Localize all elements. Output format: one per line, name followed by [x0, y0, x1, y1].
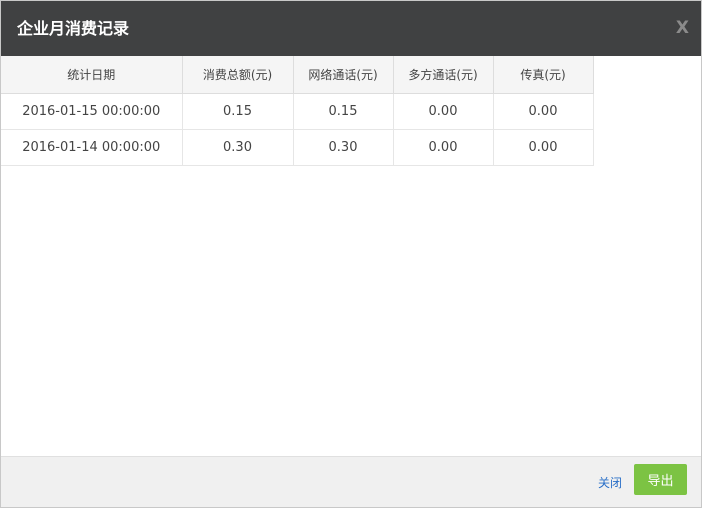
- column-header-date: 统计日期: [1, 56, 183, 94]
- dialog-title: 企业月消费记录: [17, 19, 130, 38]
- column-header-conference-call: 多方通话(元): [393, 56, 494, 94]
- dialog-footer: 关闭 导出: [1, 456, 701, 507]
- dialog-body: 统计日期 消费总额(元) 网络通话(元) 多方通话(元) 传真(元) 2016-…: [1, 56, 701, 456]
- cell-total: 0.30: [182, 129, 294, 166]
- consumption-records-dialog: 企业月消费记录 X 统计日期 消费总额(元) 网络通话(元) 多方通话(元) 传…: [0, 0, 702, 508]
- column-header-network-call: 网络通话(元): [293, 56, 394, 94]
- table-row: 2016-01-14 00:00:00 0.30 0.30 0.00 0.00: [1, 129, 594, 166]
- close-link[interactable]: 关闭: [598, 476, 622, 490]
- cell-fax: 0.00: [493, 129, 594, 166]
- column-header-fax: 传真(元): [493, 56, 594, 94]
- cell-network-call: 0.30: [293, 129, 394, 166]
- close-icon[interactable]: X: [676, 16, 689, 40]
- cell-date: 2016-01-14 00:00:00: [1, 129, 183, 166]
- records-table: 统计日期 消费总额(元) 网络通话(元) 多方通话(元) 传真(元) 2016-…: [1, 56, 594, 166]
- cell-fax: 0.00: [493, 93, 594, 130]
- cell-conference-call: 0.00: [393, 129, 494, 166]
- column-header-total: 消费总额(元): [182, 56, 294, 94]
- cell-date: 2016-01-15 00:00:00: [1, 93, 183, 130]
- export-button[interactable]: 导出: [634, 464, 687, 495]
- dialog-titlebar: 企业月消费记录 X: [1, 1, 701, 56]
- cell-network-call: 0.15: [293, 93, 394, 130]
- table-header-row: 统计日期 消费总额(元) 网络通话(元) 多方通话(元) 传真(元): [1, 56, 594, 94]
- table-row: 2016-01-15 00:00:00 0.15 0.15 0.00 0.00: [1, 93, 594, 130]
- cell-total: 0.15: [182, 93, 294, 130]
- cell-conference-call: 0.00: [393, 93, 494, 130]
